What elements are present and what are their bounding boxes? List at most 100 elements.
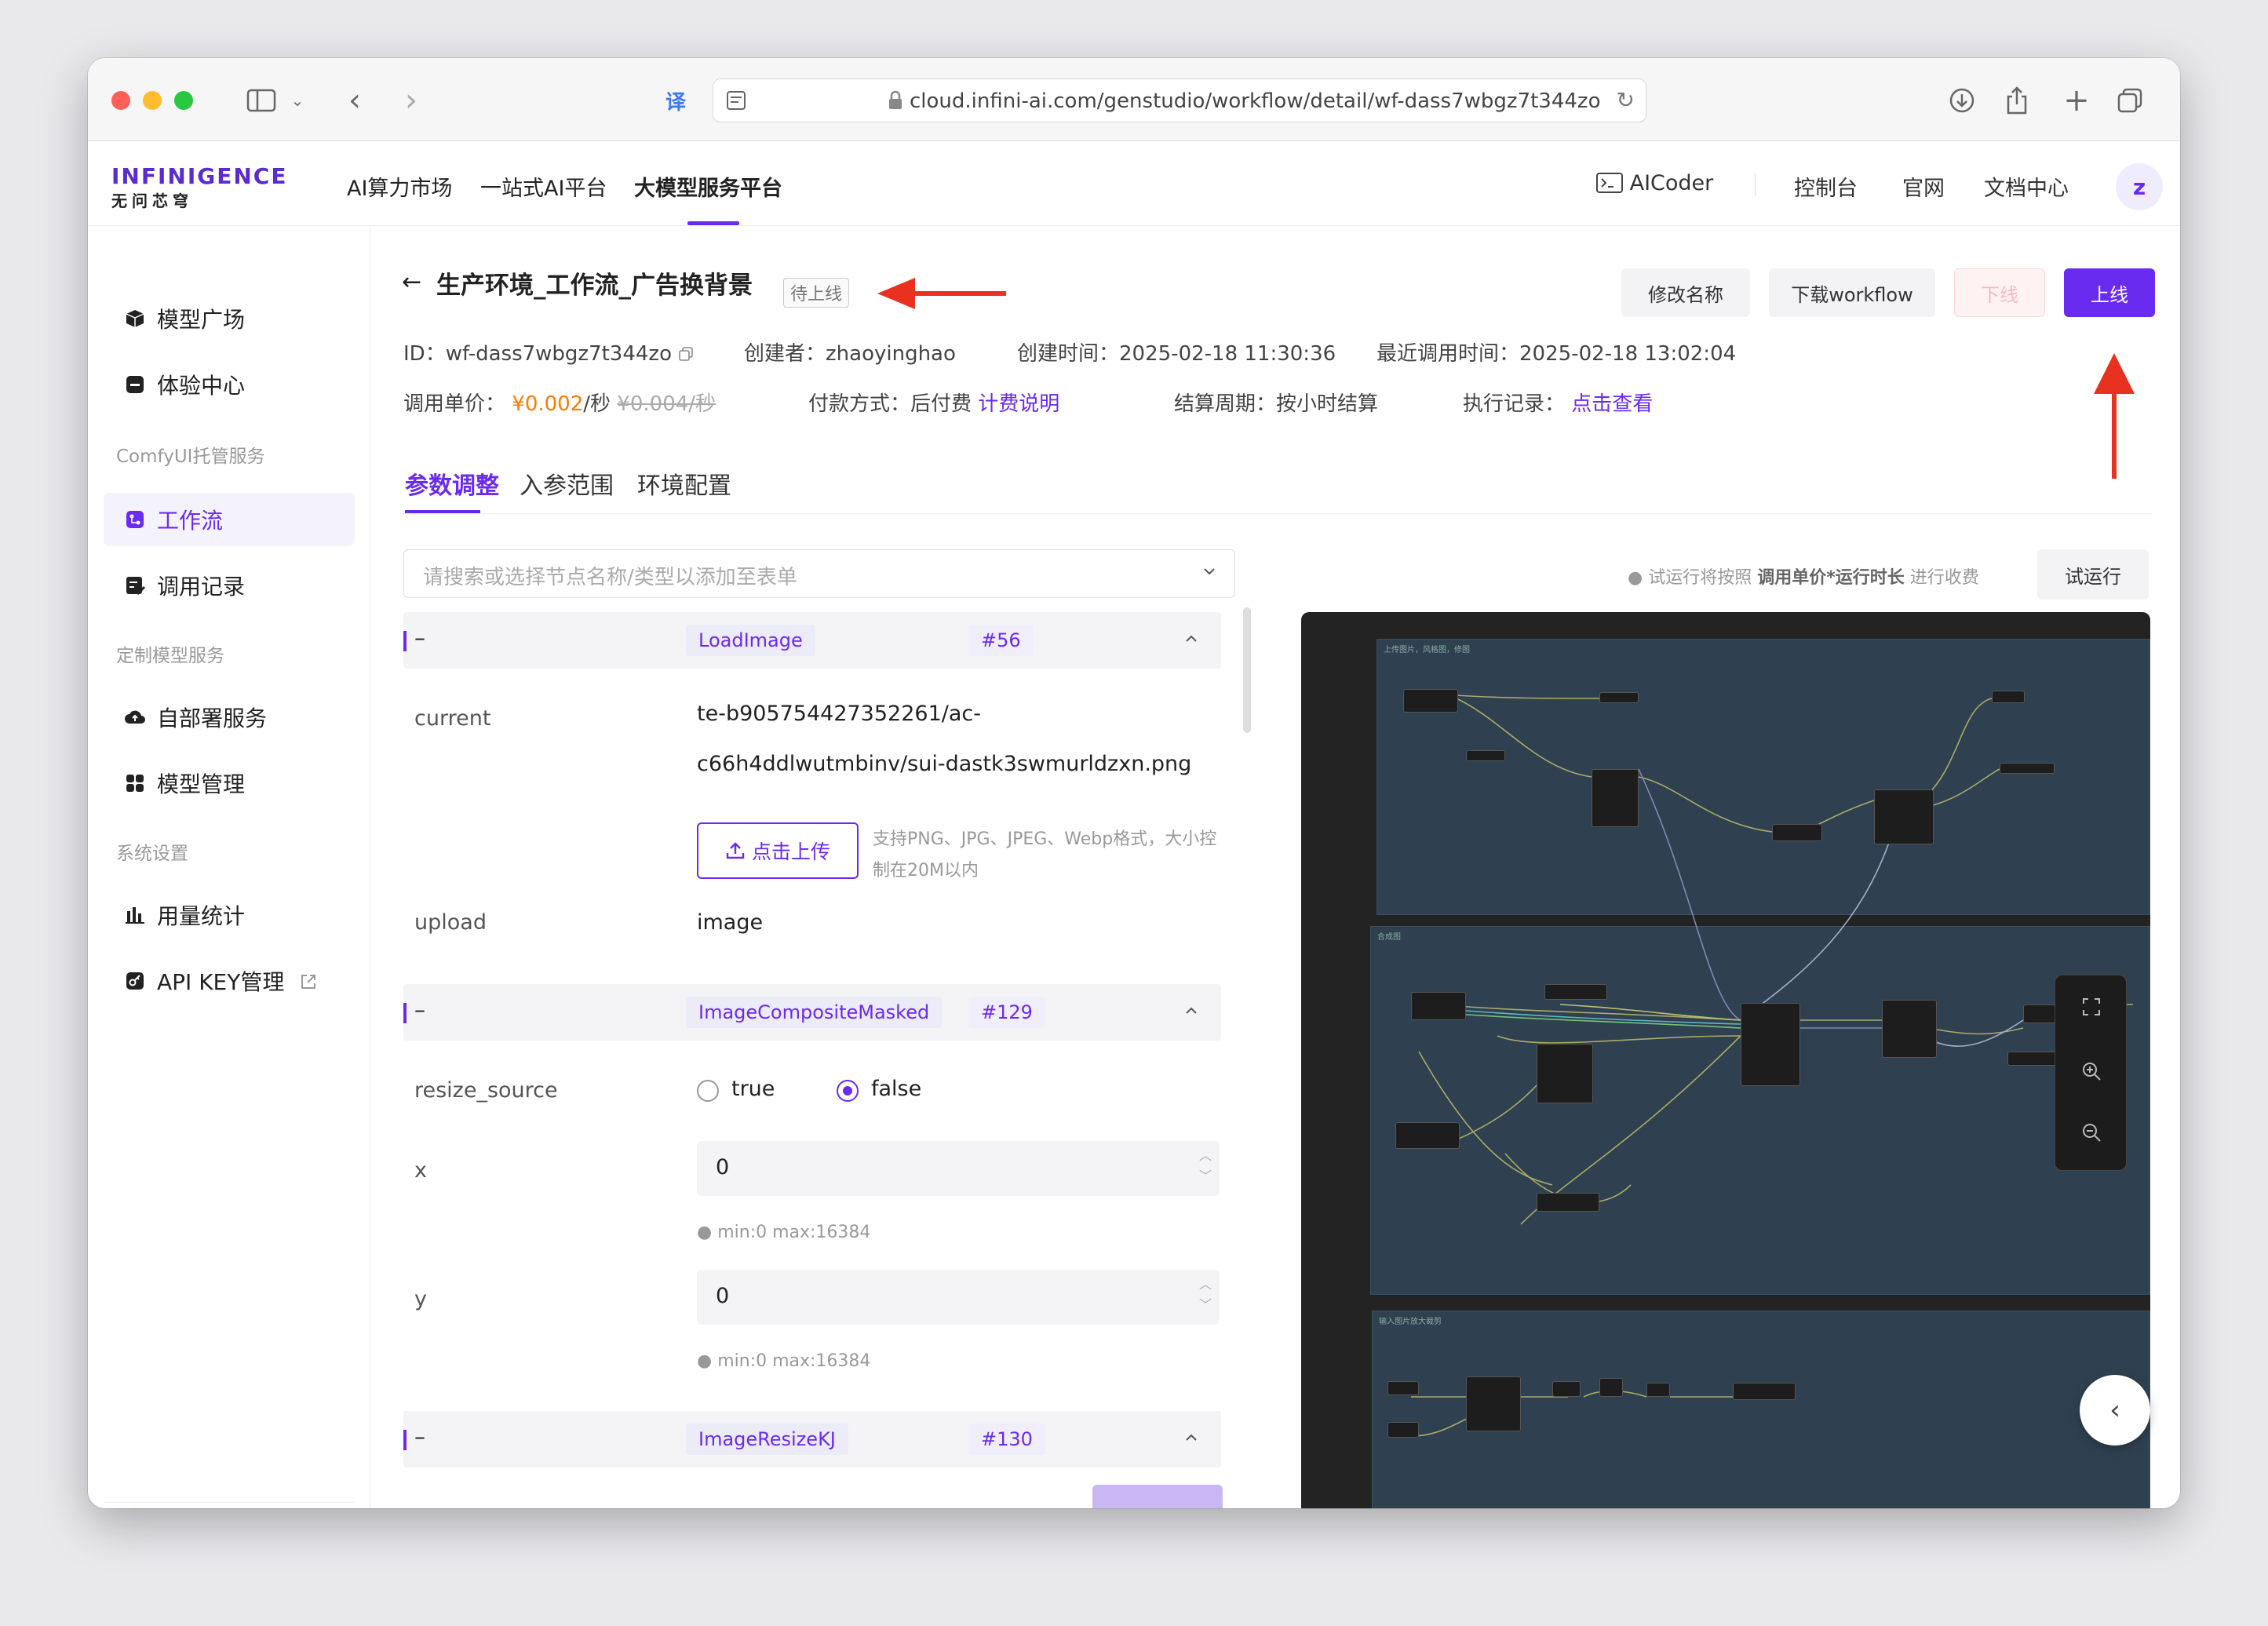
creator: 创建者：zhaoyinghao <box>744 342 956 366</box>
fit-view-icon[interactable] <box>2077 993 2106 1021</box>
aicoder-link[interactable]: AICoder <box>1596 171 1713 195</box>
console-link[interactable]: 控制台 <box>1794 171 1858 202</box>
workflow-node[interactable] <box>1552 1381 1581 1397</box>
sidebar-item-api-key[interactable]: API KEY管理 <box>104 954 355 1008</box>
tab-input-range[interactable]: 入参范围 <box>520 466 614 501</box>
chevron-down-icon[interactable]: ⌄ <box>286 82 309 119</box>
avatar[interactable]: z <box>2116 163 2163 210</box>
sidebar-item-model-plaza[interactable]: 模型广场 <box>104 292 355 345</box>
downloads-icon[interactable] <box>1945 82 1979 119</box>
workflow-node[interactable] <box>1592 769 1639 827</box>
download-workflow-button[interactable]: 下载workflow <box>1769 268 1935 317</box>
workflow-node[interactable] <box>1992 691 2025 703</box>
close-window-button[interactable] <box>111 91 130 110</box>
sidebar-item-workflow[interactable]: 工作流 <box>104 493 355 546</box>
workflow-node[interactable] <box>1733 1383 1796 1400</box>
zoom-in-icon[interactable] <box>2077 1057 2106 1085</box>
x-input[interactable]: 0 ︿ ﹀ <box>697 1141 1220 1196</box>
workflow-node[interactable] <box>1646 1383 1670 1397</box>
workflow-node[interactable] <box>1537 1193 1599 1212</box>
workflow-canvas[interactable]: 上传图片，风格图，修图 合成图 输入图片放大裁剪 <box>1301 612 2150 1508</box>
workflow-id: ID：wf-dass7wbgz7t344zo <box>403 337 694 366</box>
workflow-node[interactable] <box>1466 750 1505 761</box>
settlement-cycle: 结算周期：按小时结算 <box>1174 392 1379 416</box>
sidebar-item-model-management[interactable]: 模型管理 <box>104 756 355 810</box>
sidebar-item-call-records[interactable]: 调用记录 <box>104 559 355 612</box>
workflow-node[interactable] <box>1395 1122 1460 1149</box>
zoom-out-icon[interactable] <box>2077 1118 2106 1147</box>
trial-run-button[interactable]: 试运行 <box>2037 549 2149 600</box>
sidebar-toggle-icon[interactable] <box>242 82 281 119</box>
node-search-select[interactable]: 请搜索或选择节点名称/类型以添加至表单 <box>403 549 1235 598</box>
workflow-node[interactable] <box>1466 1376 1521 1431</box>
tab-param-adjust[interactable]: 参数调整 <box>405 466 499 501</box>
billing-info-link[interactable]: 计费说明 <box>978 392 1059 416</box>
page-title: 生产环境_工作流_广告换背景 <box>436 272 753 300</box>
collapse-panel-button[interactable]: ‹ <box>2080 1375 2150 1446</box>
site-header: INFINIGENCE 无问芯穹 AI算力市场 一站式AI平台 大模型服务平台 … <box>88 141 2180 226</box>
share-icon[interactable] <box>2000 82 2034 119</box>
back-icon[interactable]: ‹ <box>339 82 370 119</box>
sidebar-item-label: 用量统计 <box>157 903 246 929</box>
offline-button[interactable]: 下线 <box>1954 268 2045 317</box>
workflow-node[interactable] <box>1387 1381 1419 1395</box>
y-input[interactable]: 0 ︿ ﹀ <box>697 1270 1220 1325</box>
reload-icon[interactable]: ↻ <box>1617 87 1635 113</box>
address-bar[interactable]: cloud.infini-ai.com/genstudio/workflow/d… <box>713 78 1646 122</box>
workflow-node[interactable] <box>2000 763 2055 774</box>
sidebar-item-label: 模型广场 <box>157 307 246 333</box>
new-tab-icon[interactable]: + <box>2059 82 2094 119</box>
tab-env-config[interactable]: 环境配置 <box>637 466 731 501</box>
page-menu-icon[interactable] <box>724 89 748 115</box>
workflow-node[interactable] <box>1403 689 1458 713</box>
workflow-node[interactable] <box>1537 1044 1593 1103</box>
view-records-link[interactable]: 点击查看 <box>1571 392 1653 416</box>
submit-button-partial[interactable] <box>1092 1485 1223 1508</box>
sidebar-item-experience[interactable]: 体验中心 <box>104 358 355 411</box>
sidebar-item-usage-stats[interactable]: 用量统计 <box>104 888 355 942</box>
workflow-node[interactable] <box>1599 1378 1623 1397</box>
workflow-node[interactable] <box>1599 692 1639 703</box>
radio-true[interactable] <box>697 1080 719 1102</box>
node-section-imagecompositemasked[interactable]: – ImageCompositeMasked #129 <box>403 984 1221 1041</box>
field-label-upload: upload <box>414 910 487 935</box>
upload-hint: 支持PNG、JPG、JPEG、Webp格式，大小控制在20M以内 <box>873 829 1217 880</box>
copy-icon[interactable] <box>678 342 694 366</box>
chevron-up-icon[interactable] <box>1183 1003 1199 1022</box>
docs-center-link[interactable]: 文档中心 <box>1984 171 2069 202</box>
back-arrow-icon[interactable]: ← <box>402 268 421 296</box>
form-scrollbar[interactable] <box>1243 607 1251 733</box>
nav-ai-compute-market[interactable]: AI算力市场 <box>347 171 452 202</box>
translate-icon[interactable]: 译 <box>658 82 694 119</box>
workflow-node[interactable] <box>1882 1000 1937 1058</box>
tab-overview-icon[interactable] <box>2113 82 2147 119</box>
stepper-arrows-icon[interactable]: ︿ ﹀ <box>1199 1274 1212 1315</box>
workflow-node[interactable] <box>1741 1003 1800 1086</box>
node-section-loadimage[interactable]: – LoadImage #56 <box>403 612 1221 669</box>
workflow-node[interactable] <box>1772 824 1822 841</box>
official-site-link[interactable]: 官网 <box>1902 171 1945 202</box>
rename-button[interactable]: 修改名称 <box>1621 268 1750 317</box>
field-label-x: x <box>414 1158 427 1183</box>
status-badge: 待上线 <box>783 278 850 308</box>
node-section-imageresizekj[interactable]: – ImageResizeKJ #130 <box>403 1411 1221 1467</box>
nav-llm-service-platform[interactable]: 大模型服务平台 <box>634 171 782 202</box>
chevron-up-icon[interactable] <box>1183 631 1199 650</box>
workflow-node[interactable] <box>1411 992 1466 1020</box>
sidebar-item-label: 自部署服务 <box>157 705 268 731</box>
stepper-arrows-icon[interactable]: ︿ ﹀ <box>1199 1146 1212 1187</box>
radio-false[interactable] <box>837 1080 859 1102</box>
sidebar-item-self-deploy[interactable]: 自部署服务 <box>104 691 355 744</box>
workflow-node[interactable] <box>1544 984 1607 1000</box>
zoom-window-button[interactable] <box>174 91 193 110</box>
workflow-node[interactable] <box>1387 1422 1419 1438</box>
nav-one-stop-ai-platform[interactable]: 一站式AI平台 <box>480 171 607 202</box>
logo[interactable]: INFINIGENCE <box>111 163 287 189</box>
forward-icon[interactable]: › <box>396 82 427 119</box>
minimize-window-button[interactable] <box>143 91 162 110</box>
chevron-up-icon[interactable] <box>1183 1430 1199 1449</box>
key-icon <box>124 970 146 992</box>
workflow-node[interactable] <box>1874 789 1934 844</box>
upload-button[interactable]: 点击上传 <box>697 822 859 879</box>
online-button[interactable]: 上线 <box>2064 268 2155 317</box>
